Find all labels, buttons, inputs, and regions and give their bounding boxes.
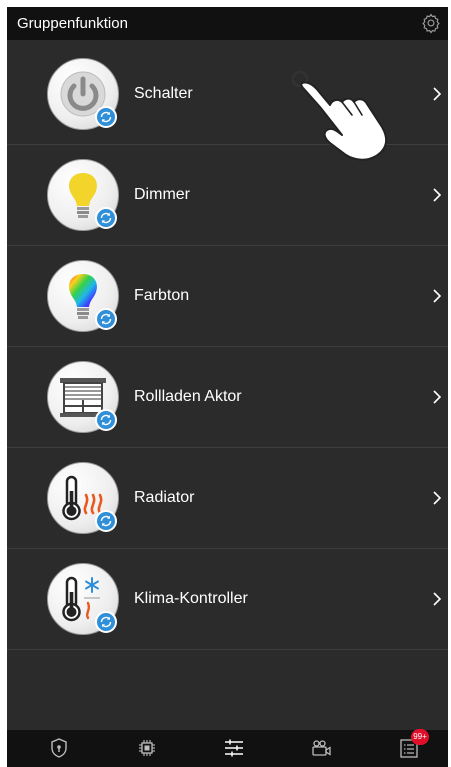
shield-icon <box>51 738 67 758</box>
sync-badge-icon <box>95 207 117 229</box>
dimmer-icon-wrap <box>47 159 119 231</box>
sliders-icon <box>225 739 243 757</box>
sync-badge-icon <box>95 510 117 532</box>
rollladen-icon-wrap <box>47 361 119 433</box>
header-bar: Gruppenfunktion <box>7 7 448 40</box>
tap-hand-icon <box>290 67 400 162</box>
list-item-farbton[interactable]: Farbton <box>7 246 448 347</box>
sync-badge-icon <box>95 308 117 330</box>
list-item-radiator[interactable]: Radiator <box>7 448 448 549</box>
chevron-right-icon <box>432 490 442 506</box>
nav-camera[interactable] <box>291 730 351 767</box>
klima-icon-wrap <box>47 563 119 635</box>
item-label: Rollladen Aktor <box>134 388 242 405</box>
sync-badge-icon <box>95 106 117 128</box>
chevron-right-icon <box>432 187 442 203</box>
radiator-icon-wrap <box>47 462 119 534</box>
item-label: Dimmer <box>134 186 190 203</box>
chevron-right-icon <box>432 389 442 405</box>
chevron-right-icon <box>432 288 442 304</box>
chevron-right-icon <box>432 591 442 607</box>
nav-group-function[interactable] <box>204 730 264 767</box>
nav-log[interactable]: 99+ <box>379 729 439 767</box>
page-title: Gruppenfunktion <box>17 15 128 32</box>
farbton-icon-wrap <box>47 260 119 332</box>
item-label: Radiator <box>134 489 195 506</box>
item-label: Farbton <box>134 287 190 304</box>
app-screen: Gruppenfunktion Schalter Dimmer Farbton … <box>7 7 448 767</box>
chip-icon <box>139 740 155 756</box>
nav-devices[interactable] <box>117 730 177 767</box>
chevron-right-icon <box>432 86 442 102</box>
bottom-nav-bar: 99+ <box>7 729 448 767</box>
item-label: Schalter <box>134 85 193 102</box>
list-item-rollladen-aktor[interactable]: Rollladen Aktor <box>7 347 448 448</box>
notification-badge: 99+ <box>411 729 429 745</box>
schalter-icon-wrap <box>47 58 119 130</box>
sync-badge-icon <box>95 409 117 431</box>
item-label: Klima-Kontroller <box>134 590 248 607</box>
list-item-klima-kontroller[interactable]: Klima-Kontroller <box>7 549 448 650</box>
camera-icon <box>312 740 331 756</box>
nav-security[interactable] <box>29 730 89 767</box>
gear-icon[interactable] <box>420 12 442 34</box>
sync-badge-icon <box>95 611 117 633</box>
